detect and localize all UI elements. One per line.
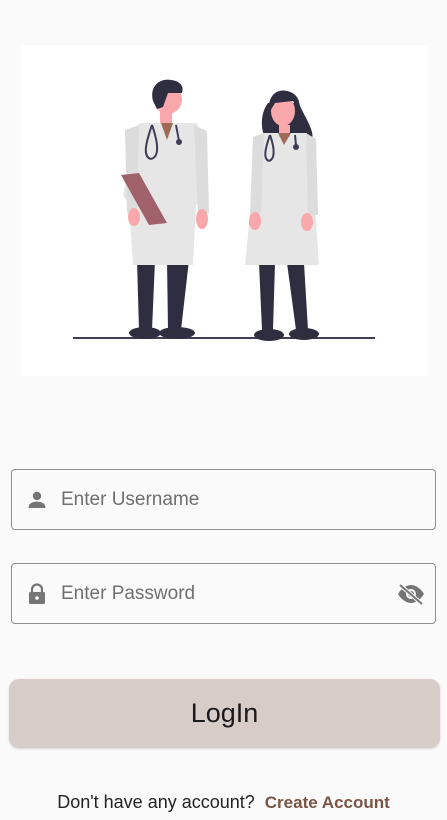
username-input[interactable] <box>61 484 435 515</box>
create-account-link[interactable]: Create Account <box>265 793 390 812</box>
female-doctor-figure <box>245 90 319 341</box>
doctors-illustration-svg <box>73 79 375 341</box>
doctors-illustration <box>21 45 428 376</box>
password-field[interactable] <box>11 563 436 624</box>
eye-off-icon[interactable] <box>396 582 426 605</box>
lock-icon <box>29 582 45 604</box>
username-field[interactable] <box>11 469 436 530</box>
signup-prompt-text: Don't have any account? <box>57 792 255 812</box>
signup-prompt: Don't have any account? Create Account <box>0 792 447 813</box>
person-icon <box>28 491 46 508</box>
password-input[interactable] <box>61 578 396 609</box>
male-doctor-figure <box>121 79 209 339</box>
login-button[interactable]: LogIn <box>9 679 440 748</box>
